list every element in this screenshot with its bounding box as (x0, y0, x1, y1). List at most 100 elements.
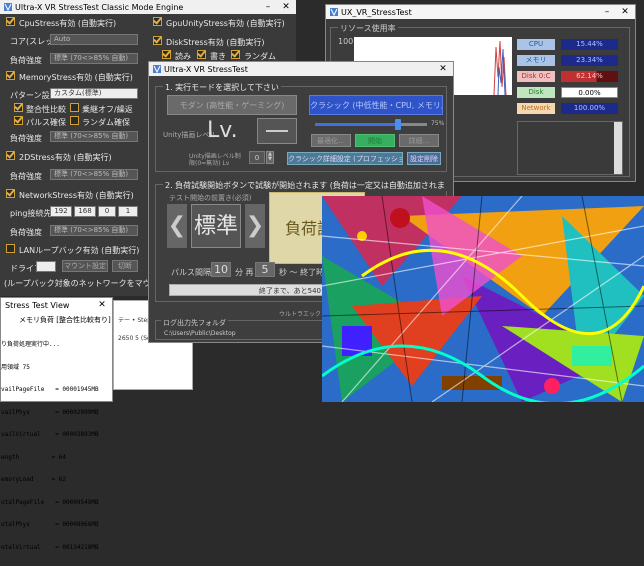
disk-meter-bar: 0.00% (561, 87, 618, 98)
standard-level-display: 標準 (191, 204, 241, 248)
classic-mode-button[interactable]: クラシック (中低性能・CPU, メモリ, ディスク) (309, 95, 443, 115)
classic-titlebar[interactable]: Ultra-X VR StressTest Classic Mode Engin… (0, 0, 296, 14)
2d-stress-label: 2DStress有効 (自動実行) (19, 153, 112, 162)
progress-status: 終了まで、あと540 (258, 287, 321, 295)
log-list[interactable] (517, 121, 623, 175)
pattern-select[interactable]: カスタム(標準) (50, 88, 138, 99)
2d-load-label: 負荷強度 (10, 172, 42, 181)
modern-mode-button[interactable]: モダン (高性能・ゲーミング) (167, 95, 297, 115)
mem-load-select[interactable]: 標準 (70<>85% 自動) (50, 131, 138, 142)
resource-group-label: リソース使用率 (338, 23, 398, 34)
random-checkbox[interactable] (70, 116, 79, 125)
view-line: ength = 64 (1, 453, 67, 461)
log-scrollbar[interactable] (614, 122, 622, 174)
level-limit-input[interactable]: 0 (249, 151, 265, 164)
pulse-checkbox[interactable] (14, 116, 23, 125)
unity-limit-label: Unity描画レベル制限(0=無効) Lv (189, 153, 241, 167)
consistency-checkbox[interactable] (14, 103, 23, 112)
ux-titlebar[interactable]: UX_VR_StressTest – ✕ (326, 5, 635, 19)
close-button[interactable]: ✕ (617, 5, 633, 19)
disk-read-checkbox[interactable] (162, 50, 171, 59)
detail-button[interactable]: 詳細… (399, 134, 439, 147)
gpu-render-canvas (322, 196, 644, 402)
progress-bar: 終了まで、あと540 (169, 284, 324, 296)
close-button[interactable]: ✕ (435, 62, 451, 76)
view-line: emoryLoad = 62 (1, 476, 67, 483)
log-folder-path[interactable]: C:\Users\Public\Desktop (161, 329, 323, 339)
step2-label: 2. 負荷試験開始ボタンで試験が開始されます (負荷は一定又は自動追加されま (163, 180, 447, 191)
pulse-unit-label: 分 再 (235, 268, 254, 277)
minimize-button[interactable]: – (260, 0, 276, 14)
view-line: otalPhys = 00008066MB (1, 521, 99, 528)
settings-reset-button[interactable]: 設定削除 (407, 152, 441, 165)
slider-thumb[interactable] (395, 119, 401, 130)
network-stress-label: NetworkStress有効 (自動実行) (19, 191, 134, 200)
ip-octet-1[interactable]: 192 (50, 206, 72, 217)
2d-stress-checkbox[interactable] (6, 151, 15, 160)
cpu-stress-checkbox[interactable] (6, 17, 15, 26)
random-label: ランダム確保 (82, 118, 130, 127)
main-titlebar[interactable]: Ultra-X VR StressTest ✕ (149, 62, 453, 76)
pulse-minutes-input[interactable]: 10 (211, 262, 231, 277)
classic-title: Ultra-X VR StressTest Classic Mode Engin… (15, 2, 184, 12)
cpu-stress-label: CpuStress有効 (自動実行) (19, 19, 117, 28)
disk-meter-label: Disk (517, 87, 555, 98)
disk-write-checkbox[interactable] (197, 50, 206, 59)
2d-load-select[interactable]: 標準 (70<>85% 自動) (50, 169, 138, 180)
view-line: vailVirtual = 00003893MB (1, 431, 99, 438)
drive-select[interactable] (36, 261, 56, 272)
main-title: Ultra-X VR StressTest (164, 64, 248, 74)
app-icon (4, 3, 12, 11)
memory-meter-label: メモリ (517, 55, 555, 66)
network-meter-label: Network (517, 103, 555, 114)
onoff-checkbox[interactable] (70, 103, 79, 112)
level-display (257, 118, 297, 144)
disk-stress-label: DiskStress有効 (自動実行) (166, 38, 265, 47)
memory-meter-bar: 23.34% (561, 55, 618, 66)
mount-settings-button[interactable]: マウント設定 (62, 260, 108, 272)
gpu-stress-checkbox[interactable] (153, 17, 162, 26)
memory-stress-checkbox[interactable] (6, 71, 15, 80)
network-stress-checkbox[interactable] (6, 189, 15, 198)
view-titlebar[interactable]: Stress Test View ✕ (1, 298, 112, 312)
net-load-select[interactable]: 標準 (70<>85% 自動) (50, 225, 138, 236)
optimize-button[interactable]: 最適化… (311, 134, 351, 147)
mem-load-label: 負荷強度 (10, 134, 42, 143)
pulse-seconds-input[interactable]: 5 (255, 262, 275, 277)
app-icon (330, 8, 338, 16)
level-slider[interactable] (315, 119, 427, 130)
cpu-load-label: 負荷強度 (10, 56, 42, 65)
cpu-meter-label: CPU (517, 39, 555, 50)
network-meter-bar: 100.00% (561, 103, 618, 114)
ip-octet-4[interactable]: 1 (118, 206, 138, 217)
app-icon (153, 65, 161, 73)
disconnect-button[interactable]: 切断 (112, 260, 138, 272)
view-line: vailPageFile = 00001945MB (1, 386, 99, 393)
level-slider-fill (315, 123, 399, 126)
ip-octet-3[interactable]: 0 (98, 206, 116, 217)
view-line: otalVirtual = 00134218MB (1, 543, 99, 551)
next-level-button[interactable]: ❯ (245, 204, 265, 248)
disk-stress-checkbox[interactable] (153, 36, 162, 45)
disk0-meter-bar: 62.14% (561, 71, 618, 82)
level-spinner[interactable]: ▲ ▼ (266, 151, 274, 164)
net-load-label: 負荷強度 (10, 228, 42, 237)
close-button[interactable]: ✕ (278, 0, 294, 14)
view-line: 用領域 75 (1, 363, 30, 371)
ip-octet-2[interactable]: 168 (74, 206, 96, 217)
view-text: り負荷処理実行中... 用領域 75 vailPageFile = 000019… (1, 326, 99, 566)
cpu-load-select[interactable]: 標準 (70<>85% 自動) (50, 53, 138, 64)
log-folder-label: ログ出力先フォルダ (161, 318, 228, 328)
slider-percent: 75% (431, 120, 445, 127)
disk-random-checkbox[interactable] (231, 50, 240, 59)
view-heading: メモリ負荷 [整合性比較有り] (19, 316, 111, 324)
close-button[interactable]: ✕ (94, 298, 110, 312)
ux-title: UX_VR_StressTest (341, 7, 412, 17)
onoff-label: 乗継オフ/繰返 (82, 105, 133, 114)
start-button[interactable]: 開始 (355, 134, 395, 147)
minimize-button[interactable]: – (599, 5, 615, 19)
lan-loopback-checkbox[interactable] (6, 244, 15, 253)
cores-select[interactable]: Auto (50, 34, 138, 45)
prev-level-button[interactable]: ❮ (167, 204, 187, 248)
classic-detail-settings-button[interactable]: クラシック詳細設定 (プロフェッショナル向け) (287, 152, 403, 165)
